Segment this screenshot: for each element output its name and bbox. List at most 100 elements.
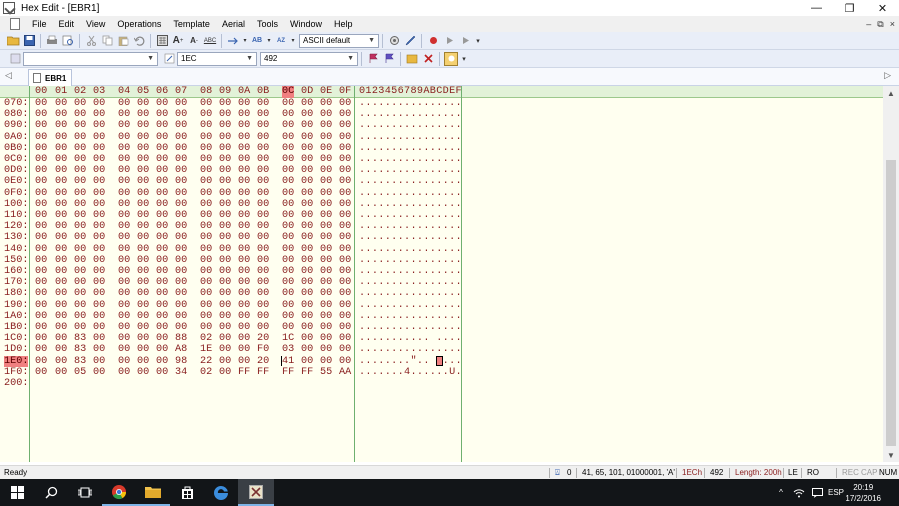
hex-byte[interactable]: 00 [301, 120, 313, 131]
menu-template[interactable]: Template [167, 16, 216, 32]
hex-byte[interactable]: 00 [175, 311, 187, 322]
hex-byte[interactable]: 00 [74, 255, 86, 266]
scroll-up-icon[interactable]: ▲ [883, 86, 899, 100]
hex-byte[interactable]: 00 [200, 120, 212, 131]
hex-byte[interactable]: 00 [339, 232, 351, 243]
hex-byte[interactable]: 00 [339, 322, 351, 333]
hex-byte[interactable]: 00 [35, 98, 47, 109]
hex-byte[interactable]: 00 [137, 98, 149, 109]
hex-byte[interactable]: 00 [200, 244, 212, 255]
hex-byte[interactable]: 00 [219, 154, 231, 165]
hex-byte[interactable]: 00 [200, 165, 212, 176]
hex-byte[interactable]: 00 [175, 277, 187, 288]
abc-icon[interactable]: ABC [203, 34, 217, 48]
hex-byte[interactable]: 00 [320, 165, 332, 176]
hex-byte[interactable]: 00 [320, 300, 332, 311]
hex-byte[interactable]: 00 [156, 120, 168, 131]
hex-byte[interactable]: 00 [35, 356, 47, 367]
hex-byte[interactable]: 00 [74, 311, 86, 322]
hex-byte[interactable]: 00 [219, 199, 231, 210]
hex-byte[interactable]: 00 [238, 333, 250, 344]
dropdown-arrow-icon[interactable]: ▾ [290, 34, 296, 48]
cut-icon[interactable] [84, 34, 98, 48]
hex-byte[interactable]: 00 [137, 165, 149, 176]
hex-byte[interactable]: 00 [219, 221, 231, 232]
menu-edit[interactable]: Edit [53, 16, 81, 32]
hex-byte[interactable]: 00 [219, 120, 231, 131]
hex-byte[interactable]: 00 [257, 143, 269, 154]
hex-byte[interactable]: 00 [74, 210, 86, 221]
hex-byte[interactable]: 00 [55, 333, 67, 344]
hex-byte[interactable]: 00 [257, 300, 269, 311]
hex-byte[interactable]: 00 [156, 311, 168, 322]
hex-byte[interactable]: 00 [93, 132, 105, 143]
hex-byte[interactable]: 00 [282, 199, 294, 210]
hex-byte[interactable]: 00 [175, 109, 187, 120]
hex-byte[interactable]: 00 [282, 300, 294, 311]
hex-byte[interactable]: 00 [118, 221, 130, 232]
sort-az-icon[interactable]: AZ [274, 34, 288, 48]
hex-byte[interactable]: 00 [238, 154, 250, 165]
hex-row[interactable]: 180: 00 00 00 00 00 00 00 00 00 00 00 00 00 00 00 00....… [0, 288, 883, 299]
hex-byte[interactable]: 00 [118, 344, 130, 355]
hex-byte[interactable]: 00 [219, 132, 231, 143]
hex-byte[interactable]: 00 [339, 356, 351, 367]
hex-byte[interactable]: 00 [55, 288, 67, 299]
hex-byte[interactable]: 00 [74, 98, 86, 109]
hex-byte[interactable]: 00 [93, 300, 105, 311]
hex-row[interactable]: 100: 00 00 00 00 00 00 00 00 00 00 00 00 00 00 00 00....… [0, 199, 883, 210]
hex-byte[interactable]: 00 [238, 277, 250, 288]
hex-byte[interactable]: 00 [93, 188, 105, 199]
hex-byte[interactable]: 00 [219, 266, 231, 277]
ascii-cell[interactable]: ................ [359, 188, 462, 199]
hex-byte[interactable]: 00 [219, 244, 231, 255]
hex-row[interactable]: 1E0: 00 00 83 00 00 00 00 98 22 00 00 20 41 00 00 00....… [0, 355, 883, 367]
hex-byte[interactable]: 00 [137, 255, 149, 266]
hex-byte[interactable]: 00 [137, 300, 149, 311]
hex-byte[interactable]: 00 [175, 199, 187, 210]
hex-byte[interactable]: 00 [219, 288, 231, 299]
hex-byte[interactable]: 00 [282, 266, 294, 277]
hex-byte[interactable]: 00 [301, 277, 313, 288]
file-explorer-icon[interactable] [136, 479, 170, 506]
hex-byte[interactable]: 00 [257, 154, 269, 165]
bookmark-next-icon[interactable] [382, 52, 396, 66]
hex-byte[interactable]: 00 [200, 109, 212, 120]
hex-byte[interactable]: 00 [137, 143, 149, 154]
hex-byte[interactable]: 00 [55, 266, 67, 277]
minimize-button[interactable]: — [800, 0, 833, 16]
hex-byte[interactable]: 00 [200, 221, 212, 232]
hex-byte[interactable]: 00 [35, 311, 47, 322]
hex-byte[interactable]: 00 [257, 288, 269, 299]
toolbar-options-icon[interactable]: ▾ [460, 52, 468, 66]
hex-byte[interactable]: 00 [200, 210, 212, 221]
hex-byte[interactable]: 00 [55, 244, 67, 255]
hex-byte[interactable]: 00 [74, 109, 86, 120]
hex-byte[interactable]: 00 [320, 311, 332, 322]
ascii-cell[interactable]: ................ [359, 132, 462, 143]
hex-byte[interactable]: 00 [301, 288, 313, 299]
menu-help[interactable]: Help [328, 16, 359, 32]
hex-row[interactable]: 070: 00 00 00 00 00 00 00 00 00 00 00 00 00 00 00 00....… [0, 98, 883, 109]
hex-byte[interactable]: 00 [301, 266, 313, 277]
hex-byte[interactable]: 00 [35, 143, 47, 154]
hex-byte[interactable]: 00 [74, 188, 86, 199]
hex-byte[interactable]: 00 [55, 367, 67, 378]
hex-byte[interactable]: 00 [219, 300, 231, 311]
hex-byte[interactable]: 00 [339, 300, 351, 311]
hex-byte[interactable]: 00 [238, 176, 250, 187]
hex-byte[interactable]: 00 [219, 356, 231, 367]
hex-byte[interactable]: 00 [55, 109, 67, 120]
hex-byte[interactable]: 00 [339, 277, 351, 288]
app-icon[interactable] [3, 2, 15, 14]
hex-byte[interactable]: 00 [282, 165, 294, 176]
hex-byte[interactable]: FF [257, 367, 269, 378]
hex-byte[interactable]: 1C [282, 333, 294, 344]
hex-byte[interactable]: 00 [200, 255, 212, 266]
show-hidden-icons[interactable]: ^ [773, 479, 789, 506]
hex-byte[interactable]: 00 [156, 288, 168, 299]
hex-byte[interactable]: 00 [320, 132, 332, 143]
properties-icon[interactable] [387, 34, 401, 48]
ascii-cell[interactable]: ................ [359, 300, 462, 311]
hex-byte[interactable]: 00 [200, 311, 212, 322]
